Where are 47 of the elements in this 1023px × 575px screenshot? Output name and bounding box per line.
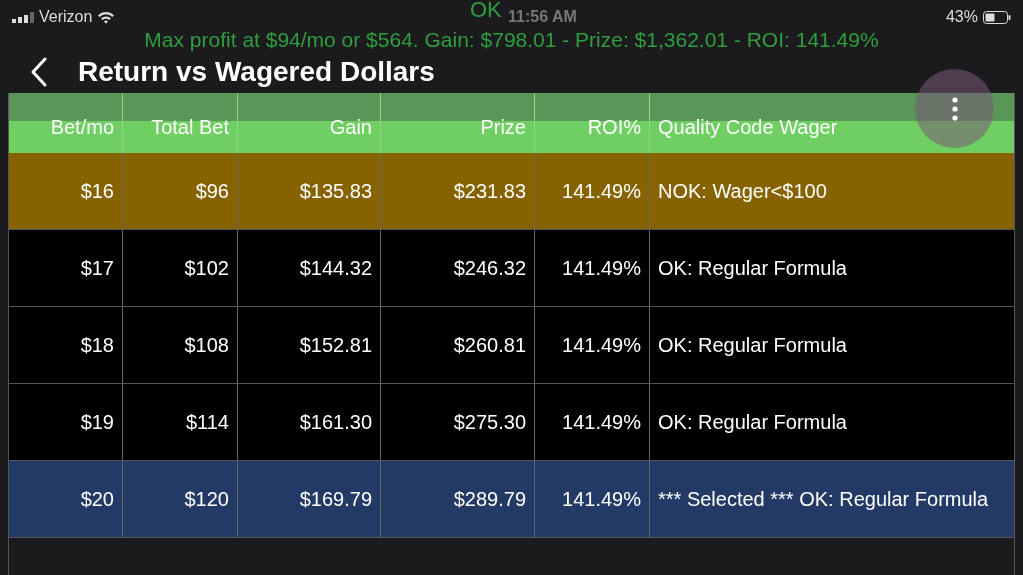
table-cell: $96 bbox=[123, 153, 238, 229]
table-cell-text: *** Selected *** OK: Regular Formula bbox=[657, 486, 990, 512]
table-cell: $108 bbox=[123, 307, 238, 383]
table-cell: 141.49% bbox=[535, 307, 650, 383]
table-cell: $19 bbox=[9, 384, 123, 460]
table-cell: $114 bbox=[123, 384, 238, 460]
table-cell: $20 bbox=[9, 461, 123, 537]
table-cell: $289.79 bbox=[381, 461, 535, 537]
table-cell: $246.32 bbox=[381, 230, 535, 306]
table-cell-text: OK: Regular Formula bbox=[657, 409, 848, 435]
status-time: 11:56 AM bbox=[508, 8, 577, 26]
battery-percent: 43% bbox=[945, 8, 978, 26]
table-cell: 141.49% bbox=[535, 461, 650, 537]
column-header: Gain bbox=[329, 115, 372, 139]
toast-message: OK bbox=[470, 0, 502, 23]
column-header: Prize bbox=[480, 115, 526, 139]
signal-icon bbox=[12, 11, 34, 23]
table-cell-text: OK: Regular Formula bbox=[657, 255, 848, 281]
table-cell: $120 bbox=[123, 461, 238, 537]
table-cell: $152.81 bbox=[238, 307, 381, 383]
table-cell: $144.32 bbox=[238, 230, 381, 306]
table-cell: 141.49% bbox=[535, 153, 650, 229]
column-header: Bet/mo bbox=[50, 115, 114, 139]
table-cell-text: NOK: Wager<$100 bbox=[657, 178, 828, 204]
page-title: Return vs Wagered Dollars bbox=[78, 56, 435, 88]
more-icon bbox=[951, 96, 958, 121]
table-cell: 141.49% bbox=[535, 230, 650, 306]
column-header: ROI% bbox=[587, 115, 641, 139]
carrier: Verizon bbox=[39, 8, 93, 26]
table-cell: $18 bbox=[9, 307, 123, 383]
table-cell: $260.81 bbox=[381, 307, 535, 383]
table-cell: $17 bbox=[9, 230, 123, 306]
table-cell: $135.83 bbox=[238, 153, 381, 229]
back-icon[interactable] bbox=[30, 57, 48, 87]
summary-text: Max profit at $94/mo or $564. Gain: $798.01 - Prize: $1,362.01 - ROI: 141.49% bbox=[143, 29, 880, 51]
table-cell: 141.49% bbox=[535, 384, 650, 460]
table-cell: $102 bbox=[123, 230, 238, 306]
table-cell: $161.30 bbox=[238, 384, 381, 460]
column-header: Quality Code Wager bbox=[658, 115, 838, 139]
table-cell: $169.79 bbox=[238, 461, 381, 537]
column-header: Total Bet bbox=[151, 115, 229, 139]
battery-icon bbox=[983, 10, 1011, 24]
wifi-icon bbox=[97, 10, 116, 24]
table-cell: $16 bbox=[9, 153, 123, 229]
table-cell: $275.30 bbox=[381, 384, 535, 460]
table-cell-text: OK: Regular Formula bbox=[657, 332, 848, 358]
table-cell: $231.83 bbox=[381, 153, 535, 229]
